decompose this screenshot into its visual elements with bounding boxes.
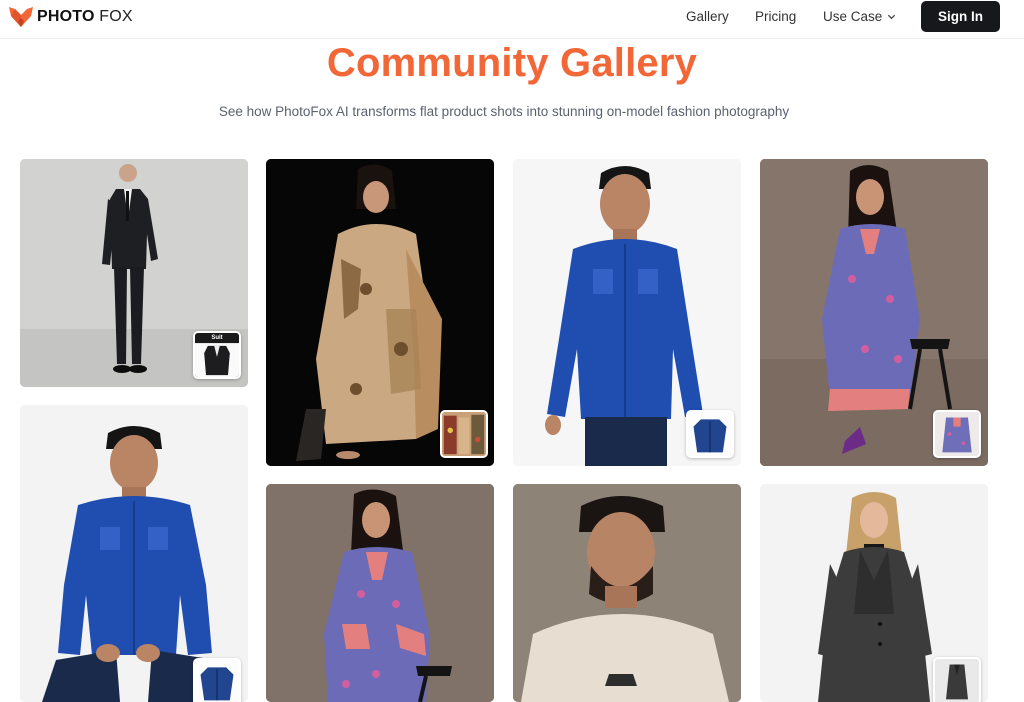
- gallery-card-woman-grey-coat[interactable]: [760, 484, 988, 702]
- page-subtitle: See how PhotoFox AI transforms flat prod…: [218, 104, 790, 119]
- top-nav-bar: PHOTO FOX Gallery Pricing Use Case Sign …: [0, 0, 1024, 39]
- gallery-card-man-denim-shirt-standing[interactable]: [513, 159, 741, 466]
- page-title: Community Gallery: [326, 41, 698, 85]
- sign-in-button[interactable]: Sign In: [921, 1, 1000, 32]
- product-thumbnail[interactable]: [933, 657, 981, 702]
- gallery-card-woman-floral-kurta-seated[interactable]: [760, 159, 988, 466]
- grey-coat-product-image: [935, 659, 979, 702]
- gallery-card-woman-floral-kurta[interactable]: [266, 484, 494, 702]
- gallery-card-man-cream-tshirt[interactable]: [513, 484, 741, 702]
- product-thumbnail[interactable]: [440, 410, 488, 458]
- printed-fabric-product-image: [442, 412, 486, 456]
- nav-pricing-link[interactable]: Pricing: [755, 9, 796, 24]
- nav-gallery-link[interactable]: Gallery: [686, 9, 729, 24]
- nav-use-case-label: Use Case: [823, 9, 883, 24]
- product-thumbnail[interactable]: [686, 410, 734, 458]
- fox-logo-icon: [9, 7, 33, 27]
- chevron-down-icon: [888, 14, 896, 20]
- gallery-card-man-in-black-suit[interactable]: Suit: [20, 159, 248, 387]
- photofox-logo[interactable]: PHOTO FOX: [8, 5, 133, 29]
- product-thumbnail[interactable]: Suit: [193, 331, 241, 379]
- gallery-card-man-denim-shirt-seated[interactable]: [20, 405, 248, 702]
- product-thumbnail[interactable]: [933, 410, 981, 458]
- denim-shirt-product-image: [195, 660, 239, 702]
- denim-shirt-product-image: [688, 412, 732, 456]
- cream-tshirt-model-photo: [513, 484, 741, 702]
- floral-kurta-standing-model-photo: [266, 484, 494, 702]
- product-thumbnail[interactable]: [193, 658, 241, 702]
- product-thumbnail-label: Suit: [211, 335, 223, 341]
- logo-wordmark: PHOTO FOX: [37, 8, 133, 25]
- gallery-card-woman-beige-printed-dress[interactable]: [266, 159, 494, 466]
- floral-kurta-product-image: [935, 412, 979, 456]
- nav-use-case-dropdown[interactable]: Use Case: [823, 9, 896, 24]
